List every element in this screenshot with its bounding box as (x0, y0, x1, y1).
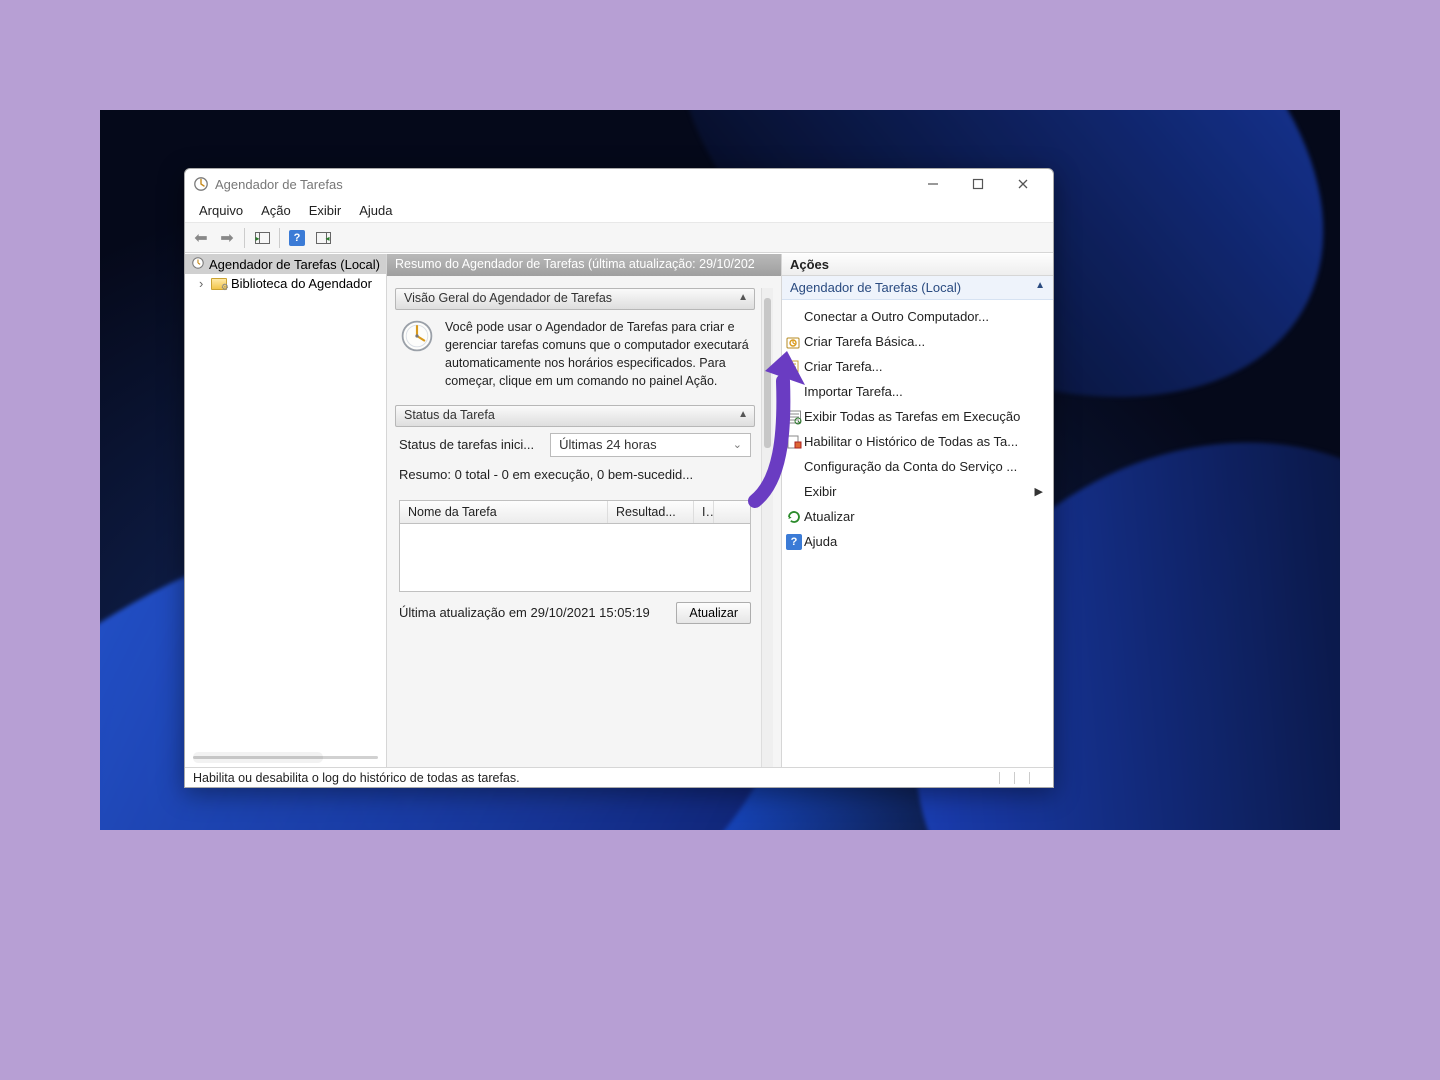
status-table[interactable]: Nome da Tarefa Resultad... I (399, 500, 751, 592)
pane-right-icon: ◂ (316, 232, 331, 244)
blank-icon (786, 309, 802, 325)
column-task-name[interactable]: Nome da Tarefa (400, 501, 608, 523)
collapse-icon: ▲ (1035, 280, 1045, 295)
action-item-9[interactable]: ?Ajuda (782, 529, 1053, 554)
actions-pane: Ações Agendador de Tarefas (Local) ▲ Con… (781, 254, 1053, 767)
forward-button[interactable]: ➡ (215, 226, 239, 250)
blank-icon (786, 484, 802, 500)
action-item-0[interactable]: Conectar a Outro Computador... (782, 304, 1053, 329)
folder-icon: ⚙ (211, 278, 227, 290)
arrow-right-icon: ➡ (220, 228, 233, 248)
console-tree[interactable]: Agendador de Tarefas (Local) › ⚙ Bibliot… (185, 254, 387, 767)
arrow-left-icon: ⬅ (194, 228, 207, 248)
column-result[interactable]: Resultad... (608, 501, 694, 523)
task-icon (786, 359, 802, 375)
action-item-label: Habilitar o Histórico de Todas as Ta... (804, 434, 1018, 449)
list-icon (786, 409, 802, 425)
horizontal-scrollbar[interactable] (193, 756, 378, 759)
action-item-label: Atualizar (804, 509, 855, 524)
menu-view[interactable]: Exibir (301, 201, 350, 220)
column-i[interactable]: I (694, 501, 714, 523)
blank-icon (786, 459, 802, 475)
tree-library-label: Biblioteca do Agendador (231, 276, 372, 291)
vertical-scrollbar[interactable] (761, 288, 773, 767)
menu-file[interactable]: Arquivo (191, 201, 251, 220)
center-header: Resumo do Agendador de Tarefas (última a… (387, 254, 781, 276)
blank-icon (786, 384, 802, 400)
wizard-icon (786, 334, 802, 350)
help-icon: ? (289, 230, 305, 246)
collapse-icon[interactable]: ▲ (738, 409, 748, 420)
toolbar: ⬅ ➡ ▸ ? ◂ (185, 223, 1053, 253)
action-item-label: Conectar a Outro Computador... (804, 309, 989, 324)
overview-text: Você pode usar o Agendador de Tarefas pa… (445, 318, 751, 391)
overview-panel-title[interactable]: Visão Geral do Agendador de Tarefas ▲ (395, 288, 755, 310)
history-icon (786, 434, 802, 450)
action-item-5[interactable]: Habilitar o Histórico de Todas as Ta... (782, 429, 1053, 454)
action-item-label: Configuração da Conta do Serviço ... (804, 459, 1017, 474)
maximize-button[interactable] (956, 170, 1000, 198)
actions-group-header[interactable]: Agendador de Tarefas (Local) ▲ (782, 276, 1053, 300)
refresh-icon (786, 509, 802, 525)
clock-large-icon (399, 318, 435, 354)
pane-left-icon: ▸ (255, 232, 270, 244)
action-item-4[interactable]: Exibir Todas as Tarefas em Execução (782, 404, 1053, 429)
status-panel-title[interactable]: Status da Tarefa ▲ (395, 405, 755, 427)
app-icon (193, 176, 209, 192)
tree-root[interactable]: Agendador de Tarefas (Local) (185, 254, 386, 274)
help-icon: ? (786, 534, 802, 550)
show-hide-tree-button[interactable]: ▸ (250, 226, 274, 250)
action-item-label: Ajuda (804, 534, 837, 549)
minimize-button[interactable] (911, 170, 955, 198)
actions-header: Ações (782, 254, 1053, 276)
action-item-label: Criar Tarefa Básica... (804, 334, 925, 349)
collapse-icon[interactable]: ▲ (738, 292, 748, 303)
statusbar: Habilita ou desabilita o log do históric… (185, 767, 1053, 787)
help-button[interactable]: ? (285, 226, 309, 250)
menubar: Arquivo Ação Exibir Ajuda (185, 199, 1053, 223)
clock-icon (191, 256, 205, 272)
status-started-label: Status de tarefas inici... (399, 437, 534, 452)
action-item-label: Criar Tarefa... (804, 359, 883, 374)
status-period-combo[interactable]: Últimas 24 horas ⌄ (550, 433, 751, 457)
titlebar[interactable]: Agendador de Tarefas (185, 169, 1053, 199)
center-pane: Resumo do Agendador de Tarefas (última a… (387, 254, 781, 767)
menu-action[interactable]: Ação (253, 201, 299, 220)
submenu-arrow-icon: ▶ (1035, 485, 1043, 498)
tree-root-label: Agendador de Tarefas (Local) (209, 257, 380, 272)
action-item-label: Exibir (804, 484, 837, 499)
show-hide-actions-button[interactable]: ◂ (311, 226, 335, 250)
window-title: Agendador de Tarefas (215, 177, 911, 192)
menu-help[interactable]: Ajuda (351, 201, 400, 220)
action-item-label: Importar Tarefa... (804, 384, 903, 399)
close-button[interactable] (1001, 170, 1045, 198)
action-item-3[interactable]: Importar Tarefa... (782, 379, 1053, 404)
status-summary: Resumo: 0 total - 0 em execução, 0 bem-s… (395, 457, 755, 482)
refresh-button[interactable]: Atualizar (676, 602, 751, 624)
back-button[interactable]: ⬅ (189, 226, 213, 250)
action-item-label: Exibir Todas as Tarefas em Execução (804, 409, 1020, 424)
chevron-down-icon: ⌄ (733, 438, 742, 451)
action-item-6[interactable]: Configuração da Conta do Serviço ... (782, 454, 1053, 479)
action-item-2[interactable]: Criar Tarefa... (782, 354, 1053, 379)
chevron-right-icon: › (199, 276, 211, 291)
task-scheduler-window: Agendador de Tarefas Arquivo Ação Exibir… (184, 168, 1054, 788)
tree-library[interactable]: › ⚙ Biblioteca do Agendador (185, 274, 386, 293)
desktop-wallpaper: Agendador de Tarefas Arquivo Ação Exibir… (100, 110, 1340, 830)
statusbar-text: Habilita ou desabilita o log do históric… (193, 771, 520, 785)
action-item-7[interactable]: Exibir ▶ (782, 479, 1053, 504)
action-item-8[interactable]: Atualizar (782, 504, 1053, 529)
last-update-label: Última atualização em 29/10/2021 15:05:1… (399, 605, 666, 620)
action-item-1[interactable]: Criar Tarefa Básica... (782, 329, 1053, 354)
